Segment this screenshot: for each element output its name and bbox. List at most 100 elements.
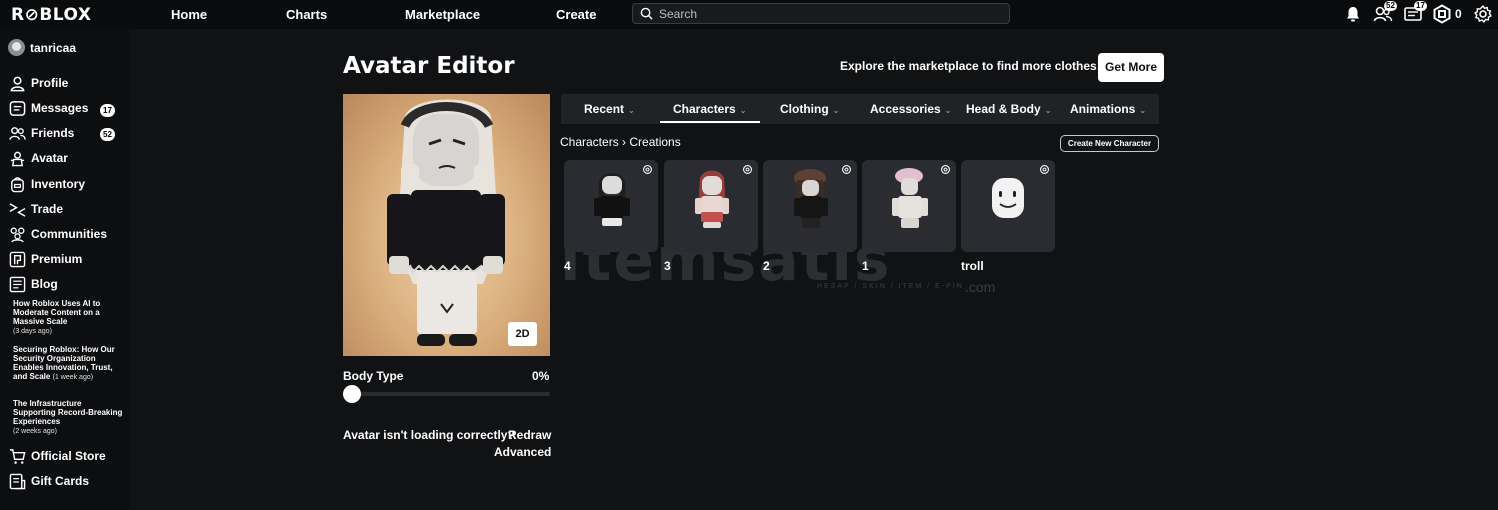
tab-characters[interactable]: Characters ⌄ [673, 102, 746, 116]
character-name[interactable]: 4 [564, 259, 571, 273]
chevron-down-icon: ⌄ [832, 106, 840, 115]
cart-icon [9, 448, 26, 464]
body-type-slider-handle[interactable] [343, 385, 361, 403]
sidebar-item-label: Official Store [31, 449, 106, 463]
chevron-down-icon: ⌄ [739, 106, 747, 115]
sidebar-item-label: Avatar [31, 151, 68, 165]
sidebar-item-label: Gift Cards [31, 474, 90, 488]
roblox-logo[interactable]: R⊘BLOX [11, 5, 91, 25]
get-more-button[interactable]: Get More [1098, 53, 1164, 82]
friends-icon [9, 126, 26, 140]
sidebar-item-blog[interactable]: Blog [9, 274, 58, 294]
friends-badge: 52 [1384, 1, 1397, 11]
tab-label: Head & Body [966, 102, 1041, 116]
messages-icon [9, 100, 26, 116]
body-type-value: 0% [532, 369, 550, 383]
character-card[interactable] [763, 160, 857, 252]
nav-create[interactable]: Create [556, 7, 596, 22]
sidebar-item-messages[interactable]: Messages [9, 98, 88, 118]
sidebar-item-friends[interactable]: Friends [9, 123, 74, 143]
character-name[interactable]: 2 [763, 259, 770, 273]
tab-label: Animations [1070, 102, 1136, 116]
person-icon [10, 76, 25, 91]
nav-charts[interactable]: Charts [286, 7, 327, 22]
page-title: Avatar Editor [343, 53, 515, 79]
tab-head-body[interactable]: Head & Body ⌄ [966, 102, 1051, 116]
search-placeholder: Search [659, 7, 698, 21]
tab-accessories[interactable]: Accessories ⌄ [870, 102, 951, 116]
communities-icon [10, 227, 25, 242]
gear-icon[interactable] [841, 164, 852, 175]
character-card[interactable] [961, 160, 1055, 252]
trade-icon [9, 202, 26, 217]
gear-icon[interactable] [1039, 164, 1050, 175]
search-input[interactable]: Search [632, 3, 1010, 24]
premium-icon [9, 251, 26, 267]
bell-icon[interactable] [1343, 4, 1363, 24]
sidebar-item-communities[interactable]: Communities [9, 224, 107, 244]
chevron-down-icon: ⌄ [628, 106, 635, 115]
sidebar-item-label: Blog [31, 277, 58, 291]
sidebar-item-label: Communities [31, 227, 108, 241]
sidebar-item-label: Profile [31, 76, 69, 90]
character-card[interactable] [564, 160, 658, 252]
character-name[interactable]: 3 [664, 259, 671, 273]
blog-post-link[interactable]: Securing Roblox: How Our Security Organi… [13, 345, 125, 382]
nav-marketplace[interactable]: Marketplace [405, 7, 480, 22]
character-name[interactable]: troll [961, 259, 984, 273]
advanced-link[interactable]: Advanced [494, 445, 551, 459]
top-bar: R⊘BLOX Home Charts Marketplace Create Se… [0, 0, 1498, 29]
messages-badge: 17 [1414, 1, 1427, 11]
character-name[interactable]: 1 [862, 259, 869, 273]
sidebar-item-avatar[interactable]: Avatar [9, 148, 68, 168]
sidebar-item-profile[interactable]: Profile [9, 73, 68, 93]
blog-post-age: (1 week ago) [52, 374, 94, 381]
sidebar-item-trade[interactable]: Trade [9, 199, 63, 219]
gear-icon[interactable] [742, 164, 753, 175]
chevron-down-icon: ⌄ [1139, 106, 1147, 115]
sidebar-item-label: Premium [31, 252, 83, 266]
tab-label: Accessories [870, 102, 941, 116]
blog-icon [9, 276, 26, 292]
body-type-label: Body Type [343, 369, 404, 383]
watermark-subtext: HESAP / SKIN / ITEM / E-PIN [817, 283, 964, 290]
chevron-down-icon: ⌄ [944, 106, 952, 115]
watermark-com: .com [965, 279, 996, 295]
sidebar-item-label: Messages [31, 101, 89, 115]
tab-clothing[interactable]: Clothing ⌄ [780, 102, 839, 116]
robux-count: 0 [1455, 7, 1462, 21]
messages-count-badge: 17 [100, 104, 115, 117]
sidebar-item-official-store[interactable]: Official Store [9, 446, 106, 466]
search-icon [640, 7, 653, 20]
gear-icon[interactable] [940, 164, 951, 175]
character-card[interactable] [862, 160, 956, 252]
sidebar-item-premium[interactable]: Premium [9, 249, 82, 269]
breadcrumb[interactable]: Characters › Creations [560, 135, 681, 149]
body-type-slider-track[interactable] [343, 392, 550, 396]
blog-post-link[interactable]: The Infrastructure Supporting Record-Bre… [13, 399, 125, 436]
tab-label: Characters [673, 102, 736, 116]
chevron-down-icon: ⌄ [1044, 106, 1052, 115]
tab-animations[interactable]: Animations ⌄ [1070, 102, 1146, 116]
sidebar-user[interactable]: tanricaa [8, 39, 76, 56]
robux-icon[interactable] [1432, 4, 1452, 24]
character-card[interactable] [664, 160, 758, 252]
create-new-character-button[interactable]: Create New Character [1060, 135, 1159, 152]
blog-post-link[interactable]: How Roblox Uses AI to Moderate Content o… [13, 299, 125, 336]
avatar-preview[interactable] [343, 94, 550, 356]
2d-toggle-button[interactable]: 2D [508, 322, 537, 346]
explore-text: Explore the marketplace to find more clo… [840, 59, 1101, 73]
gear-icon[interactable] [642, 164, 653, 175]
sidebar-item-inventory[interactable]: Inventory [9, 174, 85, 194]
category-tabs: Recent ⌄ Characters ⌄ Clothing ⌄ Accessorie… [561, 94, 1159, 124]
tab-recent[interactable]: Recent ⌄ [584, 102, 635, 116]
redraw-link[interactable]: Redraw [508, 428, 551, 442]
avatar [8, 39, 25, 56]
sidebar-item-gift-cards[interactable]: Gift Cards [9, 471, 89, 491]
avatar-icon [10, 151, 25, 166]
tab-label: Clothing [780, 102, 829, 116]
blog-post-age: (3 days ago) [13, 328, 52, 335]
nav-home[interactable]: Home [171, 7, 207, 22]
gear-icon[interactable] [1473, 4, 1493, 24]
sidebar-item-label: Trade [31, 202, 64, 216]
